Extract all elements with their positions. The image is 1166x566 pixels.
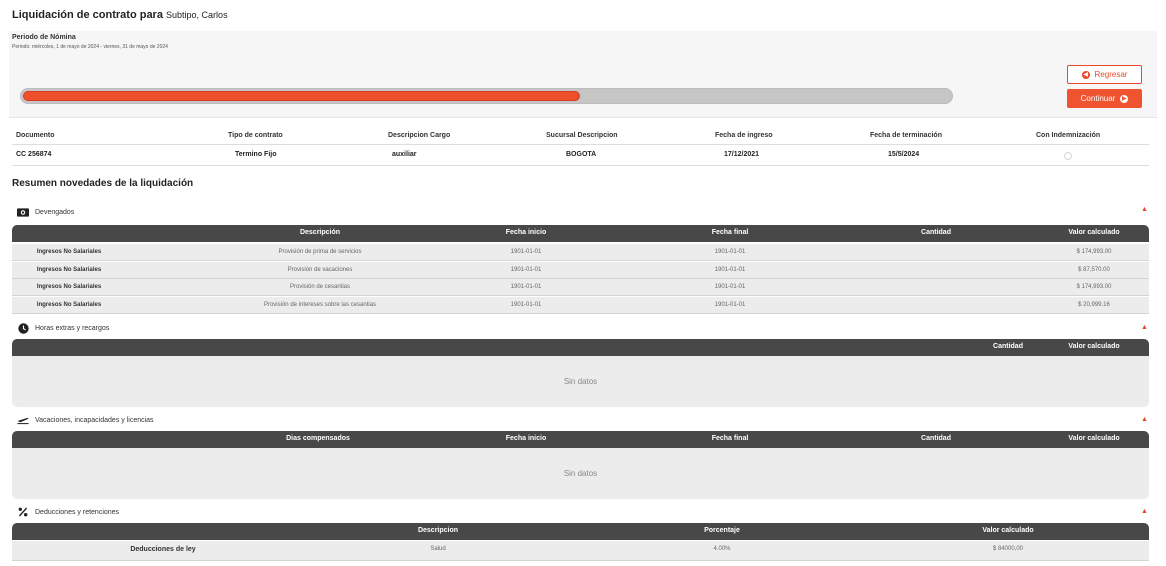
row-start: 1901-01-01 (510, 267, 542, 273)
deducciones-table-header: Descripcion Porcentaje Valor calculado (12, 523, 1149, 540)
percent-icon (17, 507, 29, 517)
table-row: Deducciones de ley Salud 4.00% $ 84000,0… (12, 541, 1149, 561)
row-description: Provisión de cesantias (289, 284, 351, 290)
col-fecha-final: Fecha final (711, 435, 749, 442)
col-porcentaje: Porcentaje (704, 527, 740, 534)
col-fecha-final: Fecha final (711, 229, 749, 236)
devengados-table-header: Descripción Fecha inicio Fecha final Can… (12, 225, 1149, 242)
vacaciones-header[interactable]: Vacaciones, incapacidades y licencias (17, 414, 154, 426)
row-description: Provisión de vacaciones (287, 267, 353, 273)
row-category: Ingresos No Salariales (36, 249, 102, 255)
deducciones-header[interactable]: Deducciones y retenciones (17, 506, 119, 518)
table-row: Ingresos No Salariales Provisión de prim… (12, 244, 1149, 261)
row-end: 1901-01-01 (714, 267, 746, 273)
continue-button[interactable]: Continuar ▶ (1067, 89, 1142, 108)
row-value: $ 84000,00 (992, 546, 1024, 552)
col-valor-calculado: Valor calculado (1068, 343, 1120, 350)
row-description: Salud (430, 546, 446, 552)
contract-col-tipo: Tipo de contrato (228, 132, 283, 139)
contract-sucursal: BOGOTA (566, 151, 597, 158)
col-cantidad: Cantidad (921, 435, 951, 442)
contract-col-cargo: Descripcion Cargo (388, 132, 451, 139)
clock-icon (17, 322, 29, 334)
collapse-caret-icon[interactable]: ▲ (1141, 508, 1148, 515)
contract-header-row: Documento Tipo de contrato Descripcion C… (12, 128, 1149, 145)
horas-title: Horas extras y recargos (35, 324, 110, 332)
vacaciones-title: Vacaciones, incapacidades y licencias (35, 416, 154, 424)
col-cantidad: Cantidad (921, 229, 951, 236)
table-row: Ingresos No Salariales Provisión de inte… (12, 297, 1149, 314)
row-percent: 4.00% (713, 546, 731, 552)
collapse-caret-icon[interactable]: ▲ (1141, 324, 1148, 331)
contract-row: CC 256874 Termino Fijo auxiliar BOGOTA 1… (12, 147, 1149, 166)
col-valor-calculado: Valor calculado (1068, 435, 1120, 442)
page-title-text: Liquidación de contrato para (12, 9, 163, 21)
devengados-header[interactable]: Devengados (17, 206, 74, 218)
devengados-title: Devengados (35, 208, 75, 216)
col-descripcion: Descripcion (417, 527, 459, 534)
row-description: Provisión de prima de servicios (278, 249, 362, 255)
col-dias-compensados: Dias compensados (286, 435, 350, 442)
contract-terminacion: 15/5/2024 (888, 151, 920, 158)
row-category: Deducciones de ley (130, 546, 196, 553)
row-value: $ 87,570.00 (1078, 267, 1110, 273)
col-cantidad: Cantidad (993, 343, 1023, 350)
progress-bar (20, 88, 953, 104)
horas-header[interactable]: Horas extras y recargos (17, 322, 109, 334)
row-end: 1901-01-01 (714, 284, 746, 290)
page-title: Liquidación de contrato para Subtipo, Ca… (12, 9, 228, 21)
indemnizacion-checkbox[interactable] (1064, 152, 1072, 160)
arrow-left-icon: ◀ (1081, 70, 1090, 79)
row-value: $ 174,993.00 (1076, 284, 1112, 290)
back-button[interactable]: ◀ Regresar (1067, 65, 1142, 84)
summary-title: Resumen novedades de la liquidación (12, 178, 194, 189)
progress-fill (23, 91, 581, 101)
row-start: 1901-01-01 (510, 302, 542, 308)
row-category: Ingresos No Salariales (36, 284, 102, 290)
back-button-label: Regresar (1094, 70, 1128, 79)
contract-col-documento: Documento (16, 132, 55, 139)
contract-col-indemnizacion: Con Indemnización (1036, 132, 1101, 139)
period-label: Periodo de Nómina (12, 34, 76, 41)
contract-col-sucursal: Sucursal Descripcion (546, 132, 618, 139)
employee-name: Subtipo, Carlos (166, 10, 228, 20)
col-fecha-inicio: Fecha inicio (505, 435, 547, 442)
table-row: Ingresos No Salariales Provisión de vaca… (12, 262, 1149, 279)
row-description: Provisión de intereses sobre las cesanti… (263, 302, 377, 308)
col-valor-calculado: Valor calculado (1068, 229, 1120, 236)
continue-button-label: Continuar (1080, 94, 1116, 103)
row-category: Ingresos No Salariales (36, 267, 102, 273)
money-icon (17, 207, 29, 217)
period-panel: Periodo de Nómina Periodo: miércoles, 1 … (9, 31, 1157, 118)
vacaciones-table-header: Dias compensados Fecha inicio Fecha fina… (12, 431, 1149, 448)
row-start: 1901-01-01 (510, 249, 542, 255)
contract-ingreso: 17/12/2021 (724, 151, 760, 158)
col-fecha-inicio: Fecha inicio (505, 229, 547, 236)
row-value: $ 20,999.16 (1078, 302, 1110, 308)
row-category: Ingresos No Salariales (36, 302, 102, 308)
airplane-icon (17, 415, 29, 425)
row-end: 1901-01-01 (714, 249, 746, 255)
contract-documento: CC 256874 (16, 151, 52, 158)
col-descripcion: Descripción (299, 229, 341, 236)
row-start: 1901-01-01 (510, 284, 542, 290)
deducciones-title: Deducciones y retenciones (35, 508, 120, 516)
col-valor-calculado: Valor calculado (982, 527, 1034, 534)
contract-col-ingreso: Fecha de ingreso (715, 132, 773, 139)
arrow-right-icon: ▶ (1120, 94, 1129, 103)
row-value: $ 174,993.00 (1076, 249, 1112, 255)
contract-tipo: Termino Fijo (235, 151, 277, 158)
collapse-caret-icon[interactable]: ▲ (1141, 416, 1148, 423)
collapse-caret-icon[interactable]: ▲ (1141, 206, 1148, 213)
table-row: Ingresos No Salariales Provisión de cesa… (12, 279, 1149, 296)
period-range: Periodo: miércoles, 1 de mayo de 2024 - … (12, 44, 168, 50)
vacaciones-empty-state: Sin datos (12, 448, 1149, 499)
horas-empty-state: Sin datos (12, 356, 1149, 407)
horas-table-header: Cantidad Valor calculado (12, 339, 1149, 356)
row-end: 1901-01-01 (714, 302, 746, 308)
contract-col-terminacion: Fecha de terminación (870, 132, 942, 139)
contract-cargo: auxiliar (392, 151, 417, 158)
